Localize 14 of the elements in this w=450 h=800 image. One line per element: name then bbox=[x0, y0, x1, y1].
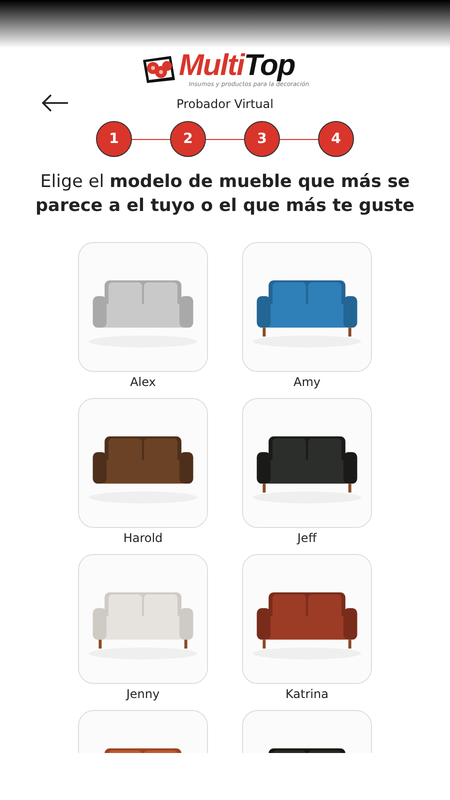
model-name: Harold bbox=[123, 530, 163, 547]
model-name: Jeff bbox=[297, 530, 317, 547]
model-name: Katrina bbox=[286, 686, 328, 703]
model-name: Jenny bbox=[126, 686, 160, 703]
logo-icon bbox=[140, 54, 177, 84]
step-number[interactable]: 1 bbox=[96, 121, 132, 157]
model-name: Amy bbox=[294, 374, 320, 391]
brand-name: MultiTop bbox=[178, 50, 295, 80]
step-number[interactable]: 2 bbox=[170, 121, 206, 157]
page-subtitle: Probador Virtual bbox=[176, 97, 274, 111]
model-name: Alex bbox=[130, 374, 156, 391]
instruction-text: Elige el modelo de mueble que más se parece a el tuyo o el que más te guste bbox=[34, 171, 416, 218]
step-number[interactable]: 4 bbox=[318, 121, 354, 157]
step-number[interactable]: 3 bbox=[244, 121, 280, 157]
